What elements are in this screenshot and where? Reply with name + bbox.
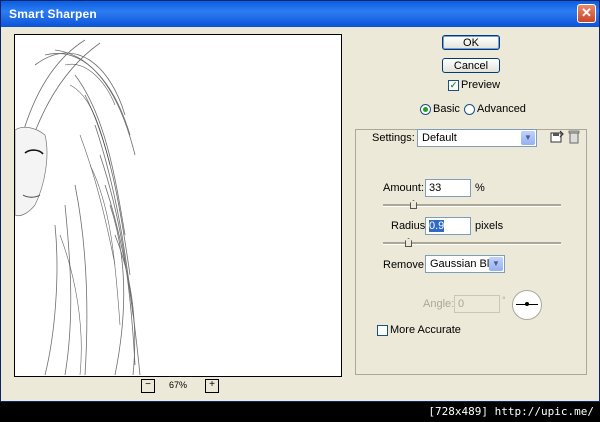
advanced-radio[interactable] <box>464 104 475 115</box>
smart-sharpen-dialog: Smart Sharpen ✕ − 67% + OK Cancel ✓ Prev… <box>0 0 600 402</box>
basic-label: Basic <box>433 103 460 115</box>
chevron-down-icon: ▼ <box>521 131 535 145</box>
preview-label: Preview <box>461 79 501 91</box>
advanced-label: Advanced <box>477 103 526 115</box>
watermark-text: [728x489] http://upic.me/ <box>428 405 594 418</box>
ok-button[interactable]: OK <box>442 35 500 50</box>
preview-image[interactable] <box>14 34 342 377</box>
basic-radio[interactable] <box>420 104 431 115</box>
amount-slider-track[interactable] <box>383 204 561 207</box>
more-accurate-checkbox[interactable]: ✓ <box>377 325 388 336</box>
close-button[interactable]: ✕ <box>577 4 596 23</box>
remove-label: Remove: <box>383 259 428 271</box>
portrait-sketch-image <box>15 35 341 376</box>
amount-input[interactable]: 33 <box>425 179 471 197</box>
radius-input[interactable]: 0.9 <box>425 217 471 235</box>
save-settings-icon[interactable] <box>550 130 564 144</box>
trash-icon[interactable] <box>568 130 580 144</box>
title-bar[interactable]: Smart Sharpen ✕ <box>1 1 599 27</box>
zoom-controls: − 67% + <box>141 379 221 395</box>
window-title: Smart Sharpen <box>9 7 97 21</box>
zoom-level: 67% <box>169 380 188 390</box>
settings-label: Settings: <box>372 132 415 144</box>
settings-group <box>355 129 587 375</box>
more-accurate-label: More Accurate <box>390 324 461 336</box>
zoom-out-button[interactable]: − <box>141 379 155 393</box>
angle-dial-center <box>525 302 529 306</box>
cancel-button[interactable]: Cancel <box>442 58 500 73</box>
zoom-in-button[interactable]: + <box>205 379 219 393</box>
angle-label: Angle: <box>423 298 455 310</box>
angle-dial[interactable] <box>512 290 542 320</box>
amount-unit: % <box>475 182 485 194</box>
settings-value: Default <box>422 132 457 144</box>
settings-dropdown[interactable]: Default ▼ <box>417 129 537 147</box>
angle-unit: ° <box>502 295 506 305</box>
preview-checkbox[interactable]: ✓ <box>448 80 459 91</box>
angle-input[interactable]: 0 <box>454 295 500 313</box>
radius-value: 0.9 <box>429 220 445 232</box>
remove-dropdown[interactable]: Gaussian Blur ▼ <box>425 255 505 273</box>
radius-unit: pixels <box>475 220 504 232</box>
chevron-down-icon: ▼ <box>489 257 503 271</box>
remove-value: Gaussian Blur <box>430 258 490 270</box>
watermark-bar: [728x489] http://upic.me/ <box>0 402 600 422</box>
amount-label: Amount: <box>383 182 424 194</box>
radius-label: Radius: <box>391 220 429 232</box>
